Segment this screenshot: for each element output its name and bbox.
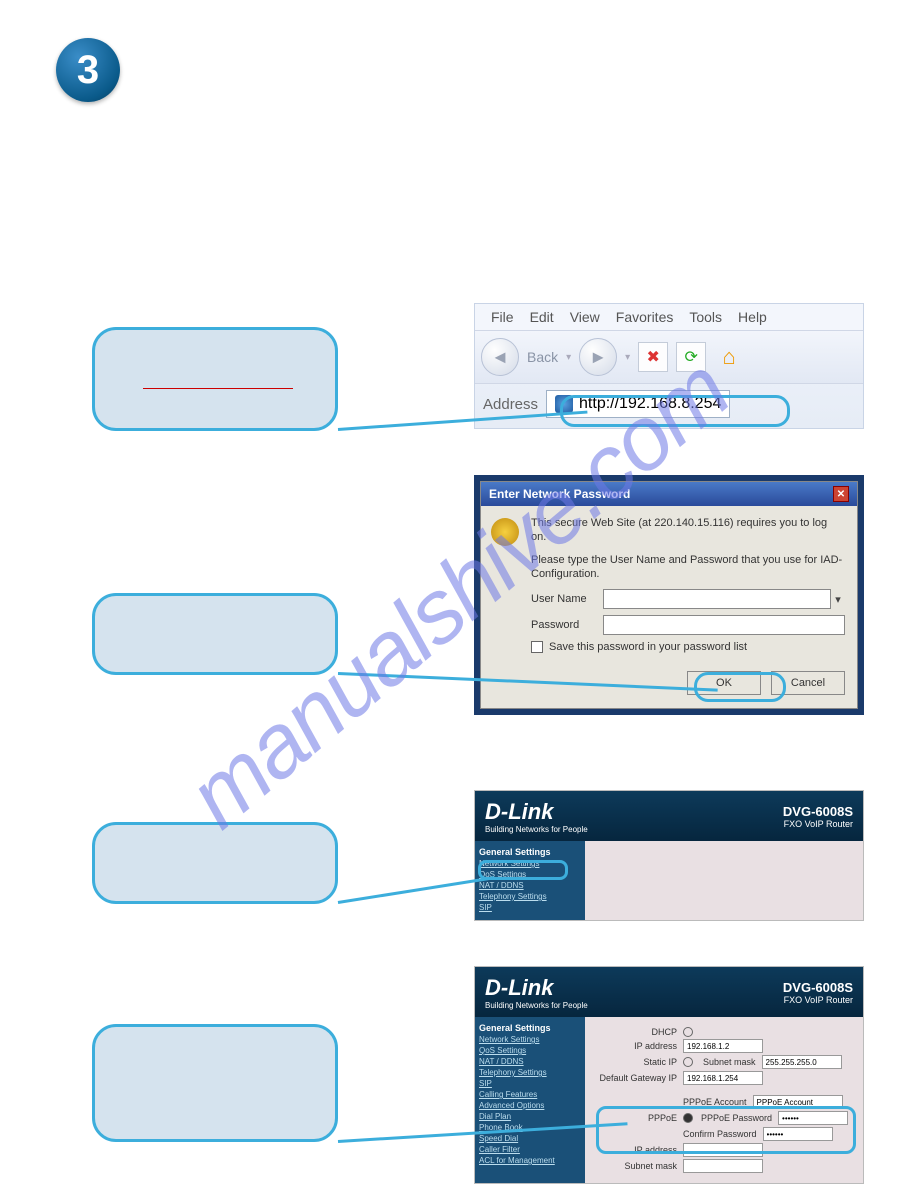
menu-edit[interactable]: Edit	[530, 309, 554, 325]
router-model: DVG-6008S FXO VoIP Router	[783, 804, 853, 829]
callout-4	[92, 1024, 338, 1142]
step-number-badge: 3	[56, 38, 120, 102]
username-input[interactable]	[603, 589, 831, 609]
router-main	[585, 841, 863, 920]
close-icon[interactable]: ✕	[833, 486, 849, 502]
subnet-input[interactable]	[762, 1055, 842, 1069]
static-radio[interactable]	[683, 1057, 693, 1067]
ip-label: IP address	[593, 1041, 683, 1051]
sidebar-link[interactable]: Caller Filter	[479, 1145, 581, 1154]
address-label: Address	[483, 396, 538, 413]
home-button[interactable]: ⌂	[714, 342, 744, 372]
sidebar-link[interactable]: Network Settings	[479, 1035, 581, 1044]
menu-bar: File Edit View Favorites Tools Help	[475, 304, 863, 330]
gw-input[interactable]	[683, 1071, 763, 1085]
menu-favorites[interactable]: Favorites	[616, 309, 674, 325]
sidebar-link[interactable]: NAT / DDNS	[479, 881, 581, 890]
router-sidebar: General Settings Network Settings QoS Se…	[475, 1017, 585, 1183]
red-underline	[143, 388, 293, 389]
router-header: D-Link Building Networks for People DVG-…	[475, 791, 863, 841]
sidebar-link[interactable]: Dial Plan	[479, 1112, 581, 1121]
back-button[interactable]: ◄	[481, 338, 519, 376]
sidebar-link[interactable]: SIP	[479, 1079, 581, 1088]
sidebar-link[interactable]: QoS Settings	[479, 1046, 581, 1055]
callout-1	[92, 327, 338, 431]
username-label: User Name	[531, 593, 603, 605]
key-icon	[491, 518, 519, 546]
highlight-ok-button	[694, 672, 786, 702]
sidebar-link[interactable]: Telephony Settings	[479, 1068, 581, 1077]
mask2-label: Subnet mask	[593, 1161, 683, 1171]
dialog-line-1: This secure Web Site (at 220.140.15.116)…	[531, 516, 845, 545]
menu-help[interactable]: Help	[738, 309, 767, 325]
sidebar-link[interactable]: NAT / DDNS	[479, 1057, 581, 1066]
gw-label: Default Gateway IP	[593, 1073, 683, 1083]
router-model: DVG-6008S FXO VoIP Router	[783, 980, 853, 1005]
router-config-main: DHCP IP address Static IP Subnet mask Def…	[585, 1017, 863, 1183]
refresh-button[interactable]: ⟳	[676, 342, 706, 372]
save-password-checkbox[interactable]	[531, 641, 543, 653]
menu-tools[interactable]: Tools	[689, 309, 722, 325]
sidebar-link[interactable]: ACL for Management	[479, 1156, 581, 1165]
ip-input[interactable]	[683, 1039, 763, 1053]
sidebar-link[interactable]: SIP	[479, 903, 581, 912]
highlight-general-settings	[478, 860, 568, 880]
sidebar-header[interactable]: General Settings	[479, 1023, 581, 1033]
forward-button[interactable]: ►	[579, 338, 617, 376]
callout-2	[92, 593, 338, 675]
dlink-logo: D-Link Building Networks for People	[485, 799, 588, 834]
subnet-label: Subnet mask	[703, 1057, 762, 1067]
password-input[interactable]	[603, 615, 845, 635]
stop-button[interactable]: ✖	[638, 342, 668, 372]
sidebar-link[interactable]: Calling Features	[479, 1090, 581, 1099]
back-label: Back	[527, 349, 558, 365]
password-dialog: Enter Network Password ✕ This secure Web…	[480, 481, 858, 709]
menu-view[interactable]: View	[570, 309, 600, 325]
router-page-1: D-Link Building Networks for People DVG-…	[474, 790, 864, 921]
sidebar-link[interactable]: Speed Dial	[479, 1134, 581, 1143]
router-header: D-Link Building Networks for People DVG-…	[475, 967, 863, 1017]
dialog-title-text: Enter Network Password	[489, 487, 630, 501]
connector-3	[338, 876, 495, 904]
password-dialog-screenshot: Enter Network Password ✕ This secure Web…	[474, 475, 864, 715]
dlink-logo: D-Link Building Networks for People	[485, 975, 588, 1010]
save-password-label: Save this password in your password list	[549, 641, 747, 653]
sidebar-link[interactable]: Advanced Options	[479, 1101, 581, 1110]
dhcp-radio[interactable]	[683, 1027, 693, 1037]
menu-file[interactable]: File	[491, 309, 514, 325]
password-label: Password	[531, 619, 603, 631]
callout-3	[92, 822, 338, 904]
sidebar-link[interactable]: Telephony Settings	[479, 892, 581, 901]
static-label: Static IP	[593, 1057, 683, 1067]
dhcp-label: DHCP	[593, 1027, 683, 1037]
sidebar-header[interactable]: General Settings	[479, 847, 581, 857]
dialog-line-2: Please type the User Name and Password t…	[531, 553, 845, 582]
dialog-titlebar: Enter Network Password ✕	[481, 482, 857, 506]
highlight-address-bar	[560, 395, 790, 427]
highlight-pppoe-section	[596, 1106, 856, 1154]
browser-toolbar: ◄ Back ▾ ► ▾ ✖ ⟳ ⌂	[475, 330, 863, 384]
router-sidebar: General Settings Network Settings QoS Se…	[475, 841, 585, 920]
mask2-input[interactable]	[683, 1159, 763, 1173]
